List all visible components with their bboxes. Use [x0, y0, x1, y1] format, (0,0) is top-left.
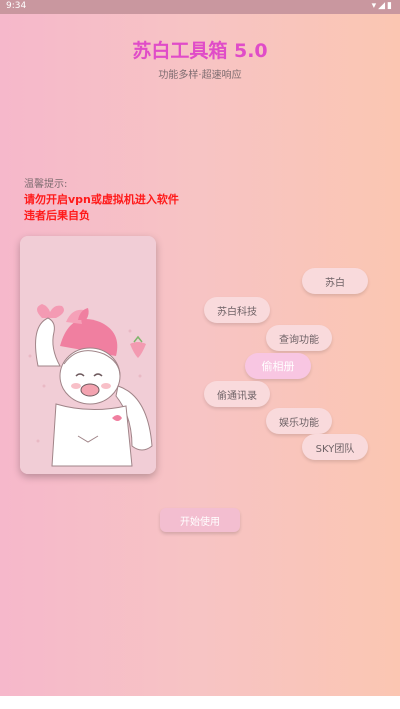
notice-label: 温馨提示:: [24, 179, 68, 190]
notice-warning-line1: 请勿开启vpn或虚拟机进入软件: [24, 193, 179, 206]
menu-item-label: 偷相册: [261, 360, 295, 373]
status-icons: ▾◢▮: [371, 1, 394, 11]
start-button-label: 开始使用: [180, 516, 220, 528]
menu-item-sky-team[interactable]: SKY团队: [302, 434, 368, 460]
menu-item-label: 苏白: [325, 277, 345, 289]
menu-item-label: 偷通讯录: [217, 390, 257, 402]
menu-item-label: SKY团队: [315, 443, 355, 455]
status-bar: 9:34 ▾◢▮: [0, 0, 400, 14]
status-time: 9:34: [6, 1, 27, 11]
anime-girl-illustration: [20, 236, 156, 474]
menu-item-steal-album[interactable]: 偷相册: [245, 353, 311, 379]
menu-item-entertainment[interactable]: 娱乐功能: [266, 408, 332, 434]
menu-item-query[interactable]: 查询功能: [266, 325, 332, 351]
notice-warning-line2: 违者后果自负: [24, 209, 90, 222]
menu-item-steal-contacts[interactable]: 偷通讯录: [204, 381, 270, 407]
start-button[interactable]: 开始使用: [160, 508, 240, 532]
menu-item-label: 查询功能: [279, 334, 319, 346]
menu-item-label: 苏白科技: [217, 306, 257, 318]
app-title: 苏白工具箱 5.0: [132, 40, 268, 62]
menu-item-subai-tech[interactable]: 苏白科技: [204, 297, 270, 323]
illustration-card: [20, 236, 156, 474]
app-subtitle: 功能多样·超速响应: [158, 70, 242, 81]
menu-item-subai[interactable]: 苏白: [302, 268, 368, 294]
navigation-bar: [0, 696, 400, 709]
menu-item-label: 娱乐功能: [279, 417, 319, 429]
